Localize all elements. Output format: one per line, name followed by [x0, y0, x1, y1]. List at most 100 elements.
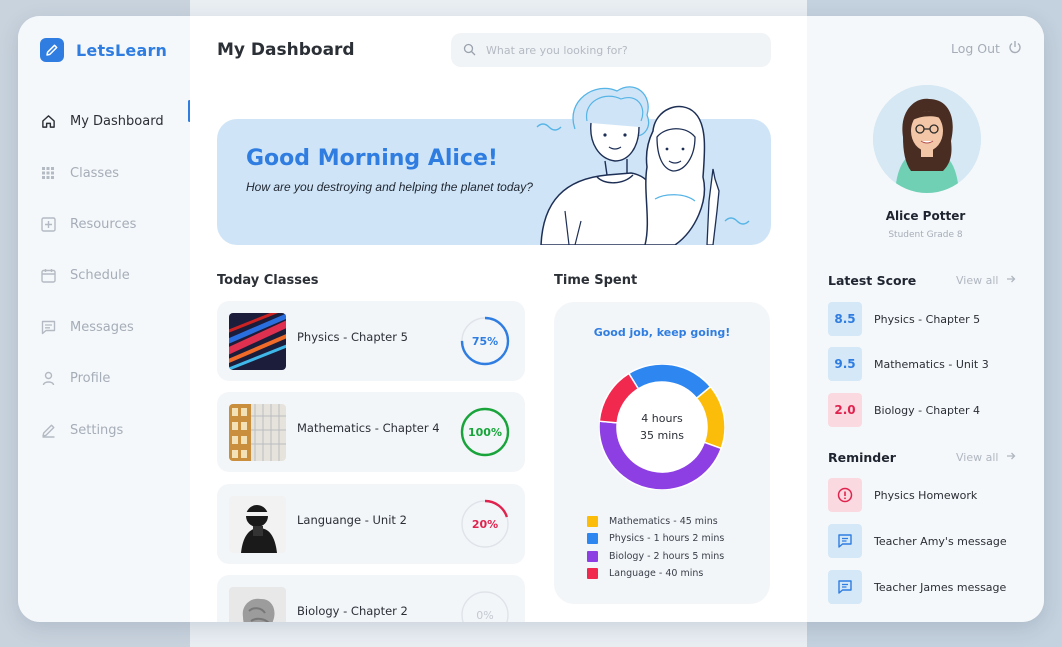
sidebar-item-label: Resources	[70, 216, 137, 232]
sidebar-item-label: Profile	[70, 371, 111, 387]
sidebar-item-classes[interactable]: Classes	[40, 147, 190, 198]
today-classes-title: Today Classes	[217, 273, 319, 288]
encouragement-message: Good job, keep going!	[593, 326, 731, 339]
class-card[interactable]: Mathematics - Chapter 4 100%	[217, 392, 525, 472]
sidebar-item-label: My Dashboard	[70, 114, 164, 130]
app-name: LetsLearn	[76, 40, 168, 60]
message-icon	[40, 319, 56, 335]
score-subject: Biology - Chapter 4	[874, 403, 981, 417]
pencil-logo-icon	[40, 38, 64, 62]
score-subject: Physics - Chapter 5	[874, 312, 981, 326]
legend-item: Language - 40 mins	[587, 565, 724, 582]
class-thumbnail	[229, 313, 286, 370]
legend-item: Biology - 2 hours 5 mins	[587, 548, 724, 565]
view-all-scores-link[interactable]: View all	[956, 274, 1016, 287]
avatar[interactable]	[873, 85, 981, 193]
reminder-item[interactable]: Teacher James message	[828, 570, 1006, 604]
alert-icon	[828, 478, 862, 512]
sidebar-item-label: Messages	[70, 319, 134, 335]
progress-label: 100%	[468, 425, 502, 439]
chat-icon	[828, 570, 862, 604]
search-icon	[463, 41, 476, 60]
greeting-subtitle: How are you destroying and helping the p…	[246, 180, 533, 194]
score-item[interactable]: 9.5 Mathematics - Unit 3	[828, 347, 989, 381]
progress-label: 75%	[471, 334, 499, 348]
sidebar-nav: My Dashboard Classes Resources Schedule …	[40, 96, 191, 456]
legend-swatch	[587, 550, 598, 562]
arrow-right-icon	[1006, 274, 1016, 287]
page-title: My Dashboard	[217, 40, 355, 60]
class-thumbnail	[229, 404, 286, 461]
score-badge: 2.0	[828, 393, 862, 427]
sidebar-item-label: Settings	[70, 422, 124, 438]
greeting-text: Good Morning Alice!	[246, 146, 498, 171]
donut-center-label: 4 hours 35 mins	[599, 364, 725, 490]
reminder-label: Teacher Amy's message	[874, 534, 1007, 548]
logout-label: Log Out	[951, 41, 1000, 56]
view-all-reminders-link[interactable]: View all	[956, 451, 1016, 464]
total-time-hours: 4 hours	[641, 412, 683, 425]
class-card[interactable]: Biology - Chapter 2 0%	[217, 575, 525, 622]
reminder-item[interactable]: Physics Homework	[828, 478, 977, 512]
view-all-label: View all	[956, 274, 999, 287]
calendar-icon	[40, 268, 56, 284]
class-name: Physics - Chapter 5	[297, 330, 408, 344]
pencil-icon	[40, 422, 56, 438]
sidebar-item-my-dashboard[interactable]: My Dashboard	[40, 96, 191, 147]
sidebar-item-resources[interactable]: Resources	[40, 199, 190, 250]
sidebar-item-messages[interactable]: Messages	[40, 302, 190, 353]
reminder-item[interactable]: Teacher Amy's message	[828, 524, 1007, 558]
reminder-label: Physics Homework	[874, 488, 978, 502]
right-panel: Log Out Alice Potter Student Grade 8 Lat…	[807, 16, 1044, 622]
progress-label: 20%	[471, 517, 499, 531]
user-grade: Student Grade 8	[888, 230, 963, 240]
main-content: My Dashboard Good Morning Alice! How are…	[190, 16, 807, 622]
legend-label: Mathematics - 45 mins	[609, 516, 718, 528]
plus-square-icon	[40, 216, 56, 232]
class-card[interactable]: Languange - Unit 2 20%	[217, 484, 525, 564]
score-subject: Mathematics - Unit 3	[874, 357, 989, 371]
class-name: Mathematics - Chapter 4	[297, 421, 440, 435]
class-name: Languange - Unit 2	[297, 513, 407, 527]
chat-icon	[828, 524, 862, 558]
time-spent-title: Time Spent	[554, 273, 638, 288]
welcome-banner: Good Morning Alice! How are you destroyi…	[217, 86, 771, 245]
latest-score-title: Latest Score	[828, 273, 917, 288]
class-name: Biology - Chapter 2	[297, 604, 408, 618]
legend-label: Physics - 1 hours 2 mins	[609, 533, 725, 545]
arrow-right-icon	[1006, 451, 1016, 464]
app-logo[interactable]: LetsLearn	[40, 38, 167, 62]
reminder-title: Reminder	[828, 450, 896, 465]
grid-icon	[40, 165, 56, 181]
sidebar-item-profile[interactable]: Profile	[40, 353, 190, 404]
legend-swatch	[587, 516, 598, 528]
search-bar[interactable]	[451, 33, 771, 67]
sidebar-item-schedule[interactable]: Schedule	[40, 250, 190, 301]
score-badge: 8.5	[828, 302, 862, 336]
sidebar: LetsLearn My Dashboard Classes Resources…	[18, 16, 191, 622]
time-spent-card: Good job, keep going! 4 hours 35 mins Ma…	[554, 302, 770, 604]
score-badge: 9.5	[828, 347, 862, 381]
sidebar-item-label: Schedule	[70, 268, 130, 284]
class-thumbnail	[229, 496, 286, 553]
sidebar-item-settings[interactable]: Settings	[40, 404, 190, 455]
legend-swatch	[587, 568, 598, 580]
legend-item: Mathematics - 45 mins	[587, 513, 724, 530]
search-input[interactable]	[486, 43, 756, 57]
legend-item: Physics - 1 hours 2 mins	[587, 530, 724, 547]
reminder-label: Teacher James message	[874, 580, 1007, 594]
score-item[interactable]: 2.0 Biology - Chapter 4	[828, 393, 980, 427]
sidebar-item-label: Classes	[70, 165, 119, 181]
total-time-mins: 35 mins	[640, 429, 684, 442]
chart-legend: Mathematics - 45 mins Physics - 1 hours …	[587, 513, 724, 582]
view-all-label: View all	[956, 451, 999, 464]
score-item[interactable]: 8.5 Physics - Chapter 5	[828, 302, 980, 336]
class-card[interactable]: Physics - Chapter 5 75%	[217, 301, 525, 381]
progress-label: 0%	[476, 608, 494, 622]
logout-button[interactable]: Log Out	[951, 40, 1022, 57]
legend-swatch	[587, 533, 598, 545]
home-icon	[40, 114, 56, 130]
class-thumbnail	[229, 587, 286, 622]
user-name: Alice Potter	[885, 209, 966, 223]
students-illustration	[536, 86, 750, 245]
